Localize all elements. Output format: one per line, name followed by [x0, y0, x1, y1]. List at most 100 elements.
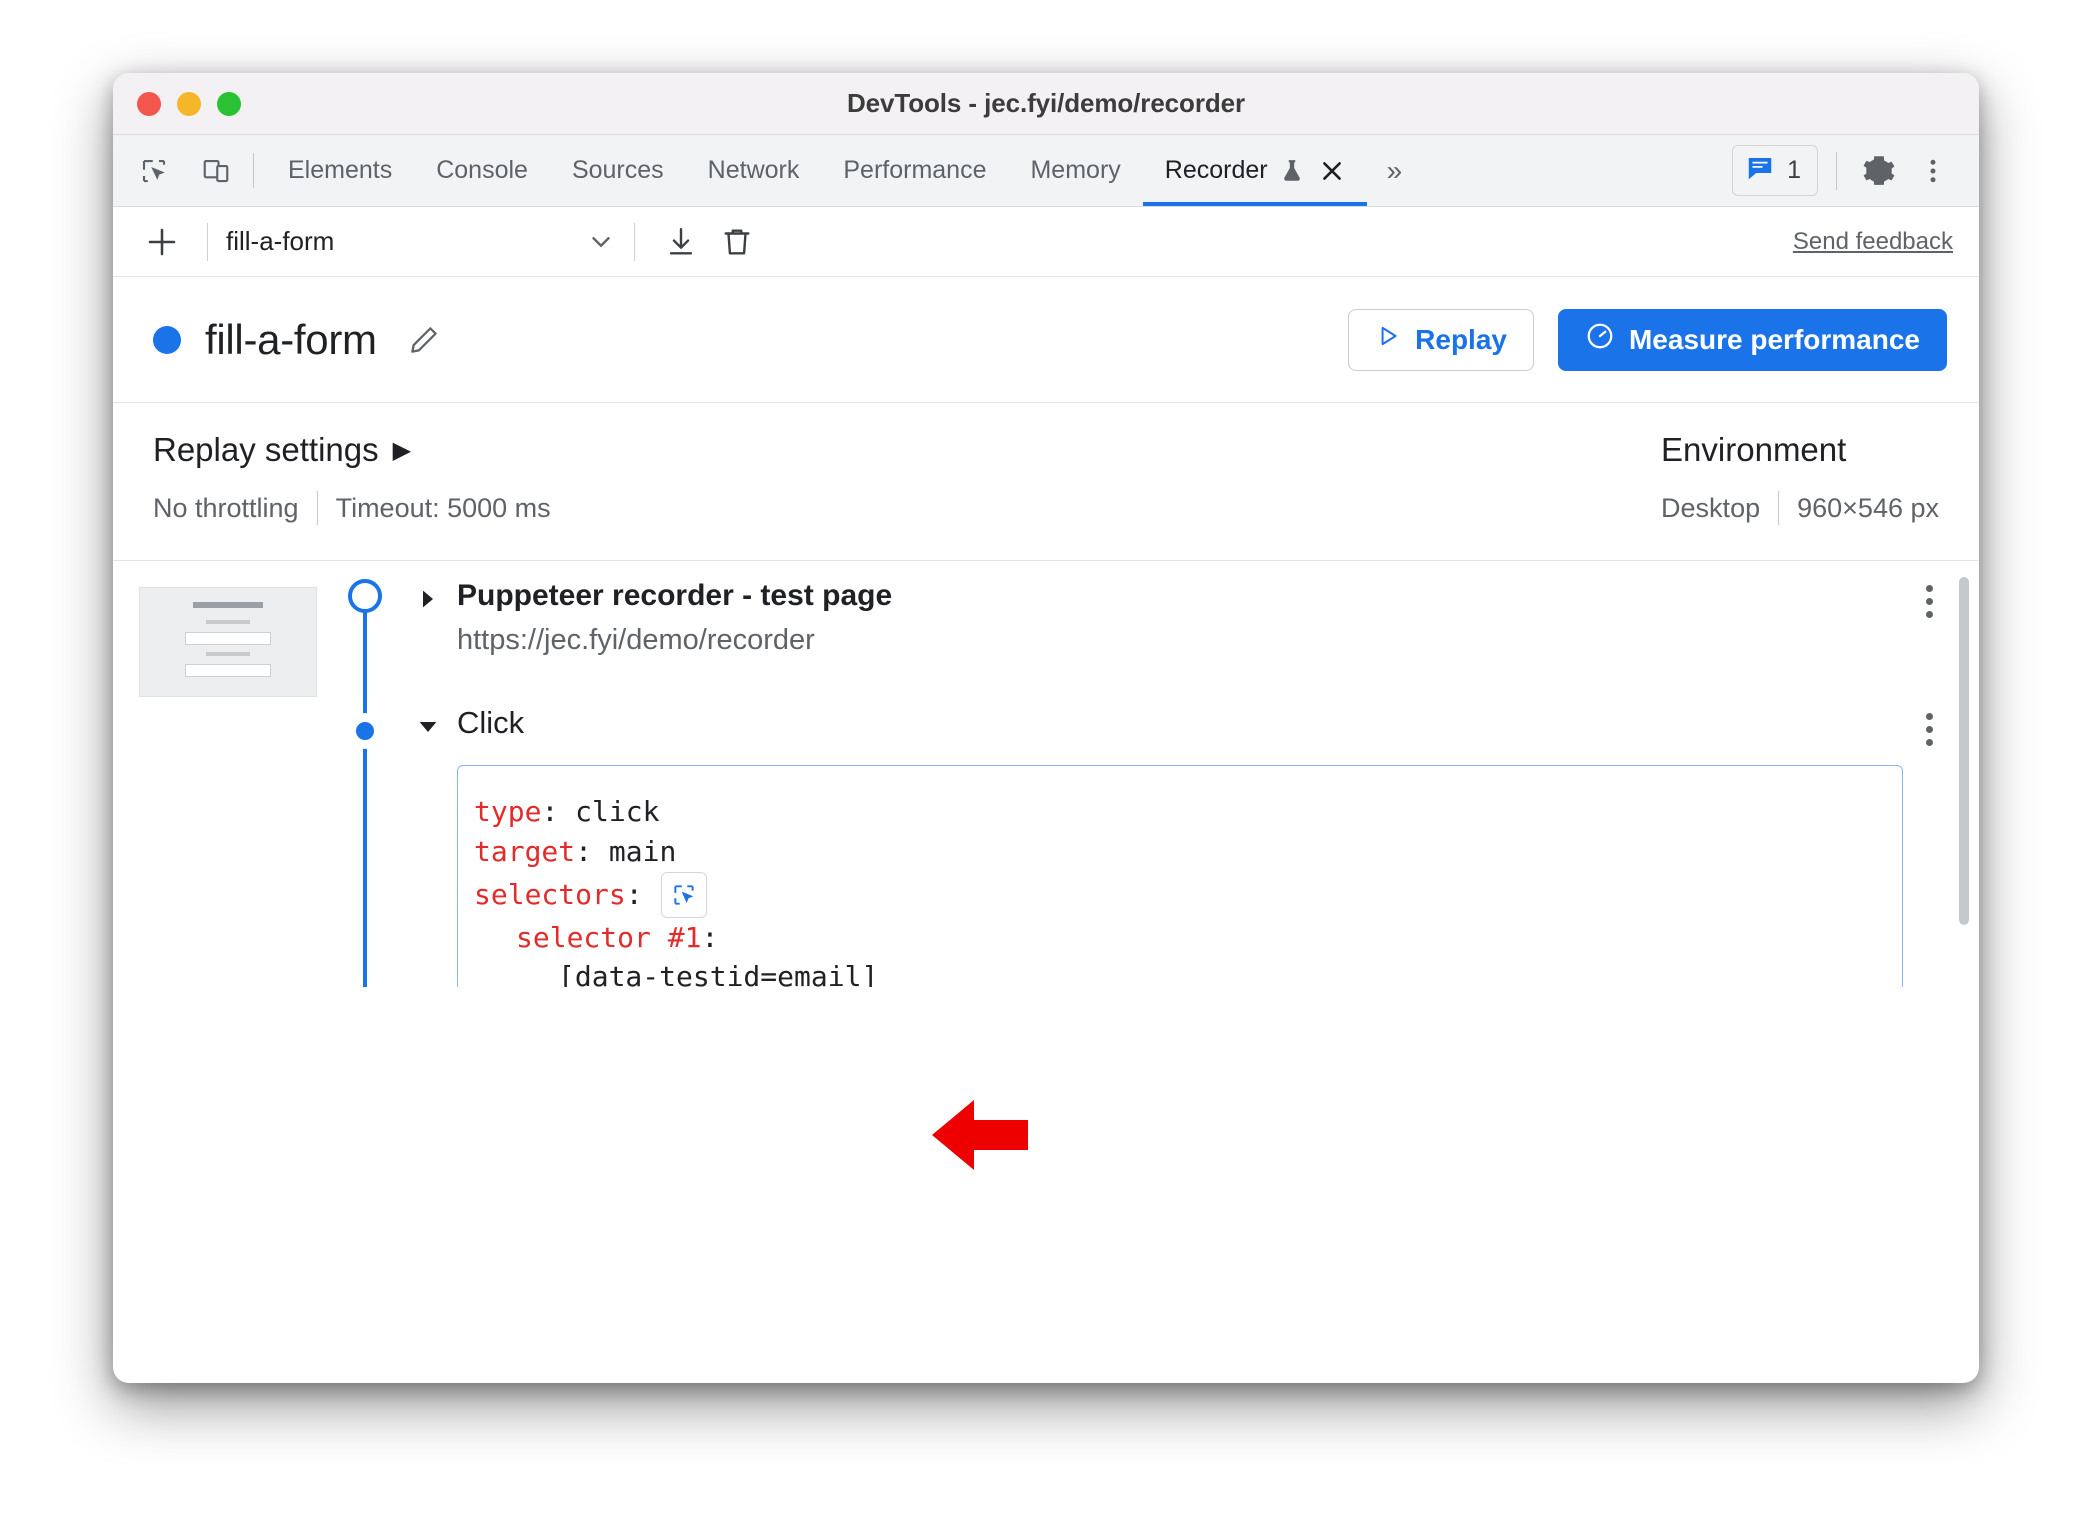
tab-recorder[interactable]: Recorder: [1142, 135, 1367, 206]
recording-select-value: fill-a-form: [226, 226, 335, 256]
add-recording-button[interactable]: [135, 215, 189, 269]
step-marker-navigate[interactable]: [348, 579, 382, 613]
measure-performance-label: Measure performance: [1628, 323, 1920, 355]
step-navigate-content: Puppeteer recorder - test page https://j…: [457, 575, 1979, 661]
tab-sources[interactable]: Sources: [550, 135, 686, 206]
page-title: fill-a-form: [205, 315, 377, 363]
toolbar-divider-1: [207, 222, 208, 261]
pencil-icon[interactable]: [407, 323, 441, 357]
expander-expanded-icon[interactable]: [415, 717, 441, 737]
recording-status-dot: [153, 325, 181, 354]
selector-value: [data-testid=email]: [558, 960, 879, 987]
more-options-icon[interactable]: [1909, 147, 1957, 195]
code-line-target: target: main: [474, 832, 1872, 872]
device-value: Desktop: [1661, 492, 1761, 523]
step-click-menu-icon[interactable]: [1926, 703, 1933, 746]
window-title: DevTools - jec.fyi/demo/recorder: [847, 88, 1245, 118]
tab-list: Elements Console Sources Network Perform…: [266, 135, 1422, 206]
tab-memory[interactable]: Memory: [1008, 135, 1142, 206]
right-tools-divider: [1836, 151, 1837, 190]
throttling-value: No throttling: [153, 492, 299, 523]
recording-actions: Replay Measure performance: [1348, 308, 1947, 371]
code-key-selectors: selectors: [474, 877, 626, 911]
step-navigate[interactable]: Puppeteer recorder - test page https://j…: [415, 575, 1979, 661]
tab-network[interactable]: Network: [686, 135, 822, 206]
console-messages-button[interactable]: 1: [1732, 145, 1818, 196]
play-triangle-icon: [1375, 323, 1401, 356]
step-navigate-menu-icon[interactable]: [1926, 575, 1933, 618]
tabbar-right-tools: 1: [1732, 135, 1979, 206]
step-click[interactable]: Click type: click target: main selectors…: [415, 703, 1979, 987]
replay-settings-toggle[interactable]: Replay settings ▶: [153, 431, 551, 469]
thumb-line-2: [206, 652, 250, 656]
recording-header: fill-a-form Replay Measure performance: [113, 277, 1979, 403]
console-message-icon: [1745, 153, 1775, 188]
code-key-target: target: [474, 834, 576, 868]
device-toolbar-icon[interactable]: [193, 148, 239, 194]
recorder-toolbar: fill-a-form Send feedback: [113, 207, 1979, 277]
devtools-tabbar: Elements Console Sources Network Perform…: [113, 135, 1979, 207]
selector-picker-icon[interactable]: [660, 871, 707, 918]
chevron-down-icon: [586, 227, 616, 257]
thumb-heading: [193, 602, 263, 608]
steps-area: Puppeteer recorder - test page https://j…: [113, 561, 1979, 987]
gauge-icon: [1585, 321, 1615, 358]
close-recorder-tab-icon[interactable]: [1319, 158, 1345, 184]
timeline-line: [363, 597, 367, 987]
code-line-selector-1: selector #1:: [474, 918, 1872, 958]
console-message-count: 1: [1787, 156, 1801, 184]
step-marker-click[interactable]: [347, 713, 383, 749]
viewport-value: 960×546 px: [1797, 492, 1939, 523]
steps-timeline: [341, 561, 387, 987]
thumb-line-1: [206, 620, 250, 624]
trash-icon[interactable]: [709, 214, 765, 270]
recording-title-group: fill-a-form: [153, 316, 441, 364]
code-line-selector-1-value: [data-testid=email]: [474, 957, 1872, 987]
code-line-type: type: click: [474, 792, 1872, 832]
tab-performance[interactable]: Performance: [821, 135, 1008, 206]
summary-divider: [316, 491, 318, 525]
expander-right-icon: ▶: [392, 436, 412, 464]
replay-settings-label: Replay settings: [153, 431, 379, 468]
step-click-content: Click type: click target: main selectors…: [457, 703, 1979, 987]
environment-group: Environment Desktop 960×546 px: [1661, 431, 1939, 525]
step-click-details: type: click target: main selectors: sele…: [457, 765, 1903, 987]
screenshot-root: DevTools - jec.fyi/demo/recorder Element…: [0, 0, 2092, 1530]
send-feedback-link[interactable]: Send feedback: [1793, 228, 1953, 256]
step-click-label: Click: [457, 704, 525, 740]
environment-divider: [1778, 491, 1780, 525]
code-key-type: type: [474, 795, 542, 829]
code-key-selector-1: selector #1: [516, 920, 702, 954]
code-line-selectors: selectors:: [474, 871, 1872, 918]
inspect-element-icon[interactable]: [131, 148, 177, 194]
environment-summary: Desktop 960×546 px: [1661, 491, 1939, 525]
expander-collapsed-icon[interactable]: [415, 589, 441, 609]
thumb-input-2: [185, 664, 271, 677]
step-screenshot-thumbnail: [139, 587, 317, 697]
recording-select[interactable]: fill-a-form: [226, 226, 616, 257]
replay-button[interactable]: Replay: [1348, 308, 1534, 371]
more-tabs-icon[interactable]: »: [1367, 135, 1423, 206]
code-value-target: main: [608, 834, 677, 868]
timeout-value: Timeout: 5000 ms: [335, 492, 551, 523]
steps-scrollbar[interactable]: [1959, 577, 1969, 925]
experimental-flask-icon: [1279, 158, 1305, 184]
step-navigate-title: Puppeteer recorder - test page: [457, 579, 893, 612]
settings-gear-icon[interactable]: [1855, 147, 1903, 195]
replay-settings-summary: No throttling Timeout: 5000 ms: [153, 491, 551, 525]
tab-console[interactable]: Console: [414, 135, 550, 206]
replay-button-label: Replay: [1415, 323, 1507, 355]
step-navigate-url: https://jec.fyi/demo/recorder: [457, 623, 815, 656]
steps-list: Puppeteer recorder - test page https://j…: [387, 561, 1979, 987]
measure-performance-button[interactable]: Measure performance: [1557, 308, 1947, 371]
download-icon[interactable]: [653, 214, 709, 270]
replay-settings-group: Replay settings ▶ No throttling Timeout:…: [153, 431, 551, 525]
environment-label: Environment: [1661, 431, 1847, 468]
window-titlebar: DevTools - jec.fyi/demo/recorder: [113, 73, 1979, 135]
step-screenshot-column: [113, 561, 341, 987]
tab-elements[interactable]: Elements: [266, 135, 414, 206]
devtools-window: DevTools - jec.fyi/demo/recorder Element…: [113, 73, 1979, 1383]
code-value-type: click: [575, 795, 660, 829]
tabbar-divider: [253, 153, 254, 188]
toolbar-divider-2: [634, 222, 635, 261]
